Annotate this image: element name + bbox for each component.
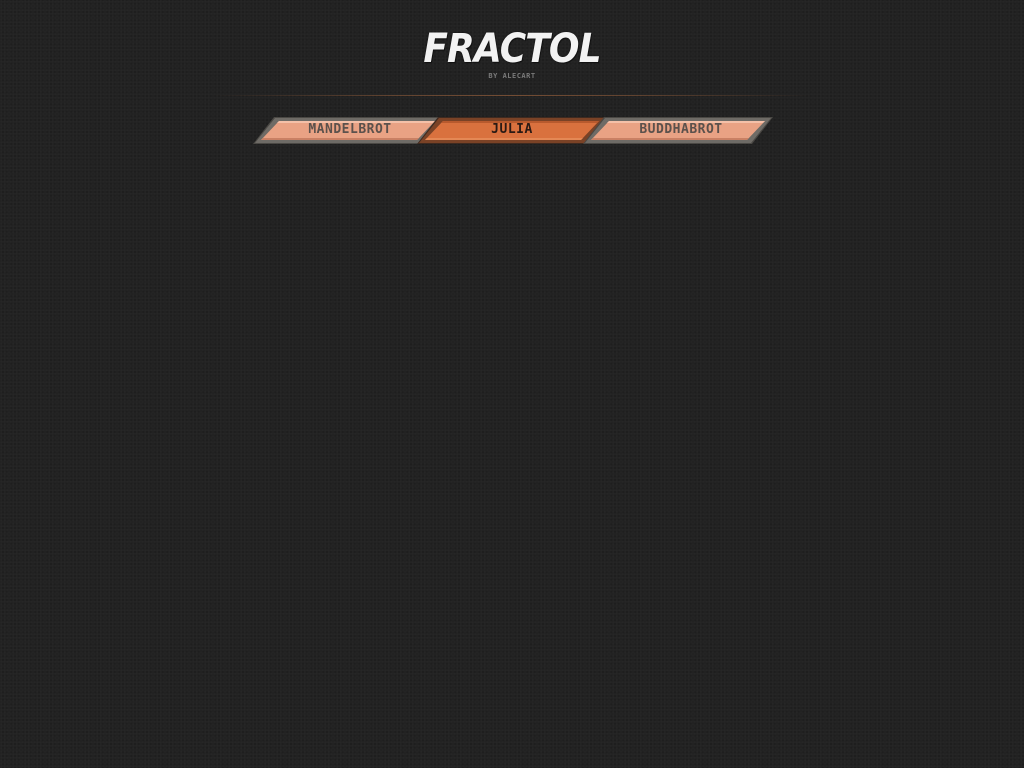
tab-julia-label: JULIA xyxy=(491,122,533,137)
header-divider xyxy=(212,95,812,96)
fractal-tab-bar: MANDELBROT JULIA BUDDHABROT xyxy=(252,116,774,145)
app-byline: BY ALECART xyxy=(488,72,536,80)
app-logo-title: FRACTOL xyxy=(423,26,601,72)
tab-julia[interactable]: JULIA xyxy=(416,116,608,145)
tab-buddhabrot-label: BUDDHABROT xyxy=(639,122,723,137)
tab-buddhabrot[interactable]: BUDDHABROT xyxy=(582,116,774,145)
app-header: FRACTOL BY ALECART xyxy=(0,0,1024,96)
